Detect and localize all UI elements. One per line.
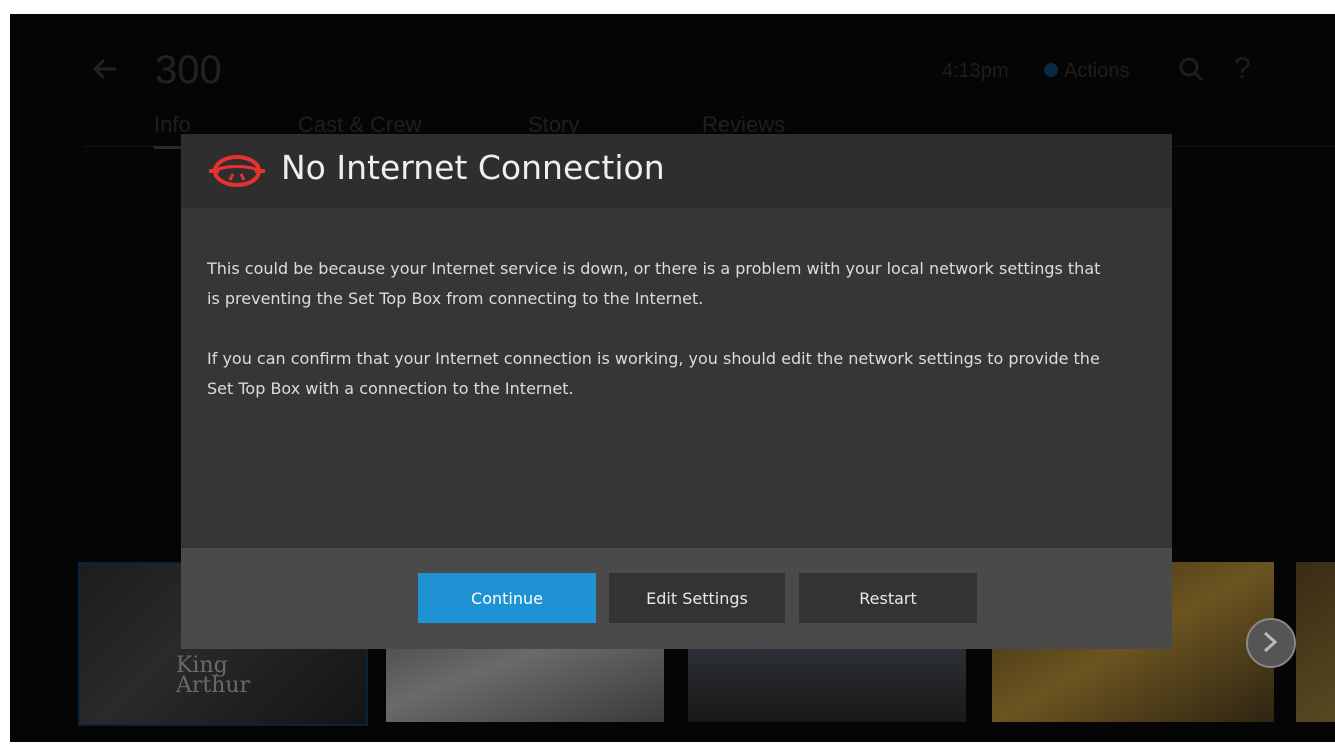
poster-tile[interactable] [1296,562,1335,722]
dialog-paragraph: If you can confirm that your Internet co… [207,349,1100,398]
actions-button[interactable]: Actions [1064,60,1130,83]
no-internet-dialog: No Internet Connection This could be bec… [181,134,1172,649]
dialog-paragraph: This could be because your Internet serv… [207,259,1101,308]
page-title: 300 [155,48,222,92]
actions-dot-icon [1044,63,1058,77]
dialog-message: This could be because your Internet serv… [207,254,1107,434]
clock: 4:13pm [942,60,1009,82]
chevron-right-icon [1263,631,1278,653]
dialog-header: No Internet Connection [181,134,1172,208]
help-icon[interactable]: ? [1234,52,1251,86]
restart-button[interactable]: Restart [799,573,977,623]
dialog-title: No Internet Connection [281,148,665,187]
back-arrow-icon[interactable] [90,54,120,84]
poster-title: King Arthur [176,653,251,698]
edit-settings-button[interactable]: Edit Settings [609,573,785,623]
carousel-next-button[interactable] [1246,618,1296,668]
search-icon[interactable] [1178,56,1204,82]
tv-screen: 300 4:13pm Actions ? Info Cast & Crew St… [10,14,1335,742]
dialog-footer: Continue Edit Settings Restart [181,548,1172,649]
continue-button[interactable]: Continue [418,573,596,623]
disconnected-globe-icon [207,154,267,193]
